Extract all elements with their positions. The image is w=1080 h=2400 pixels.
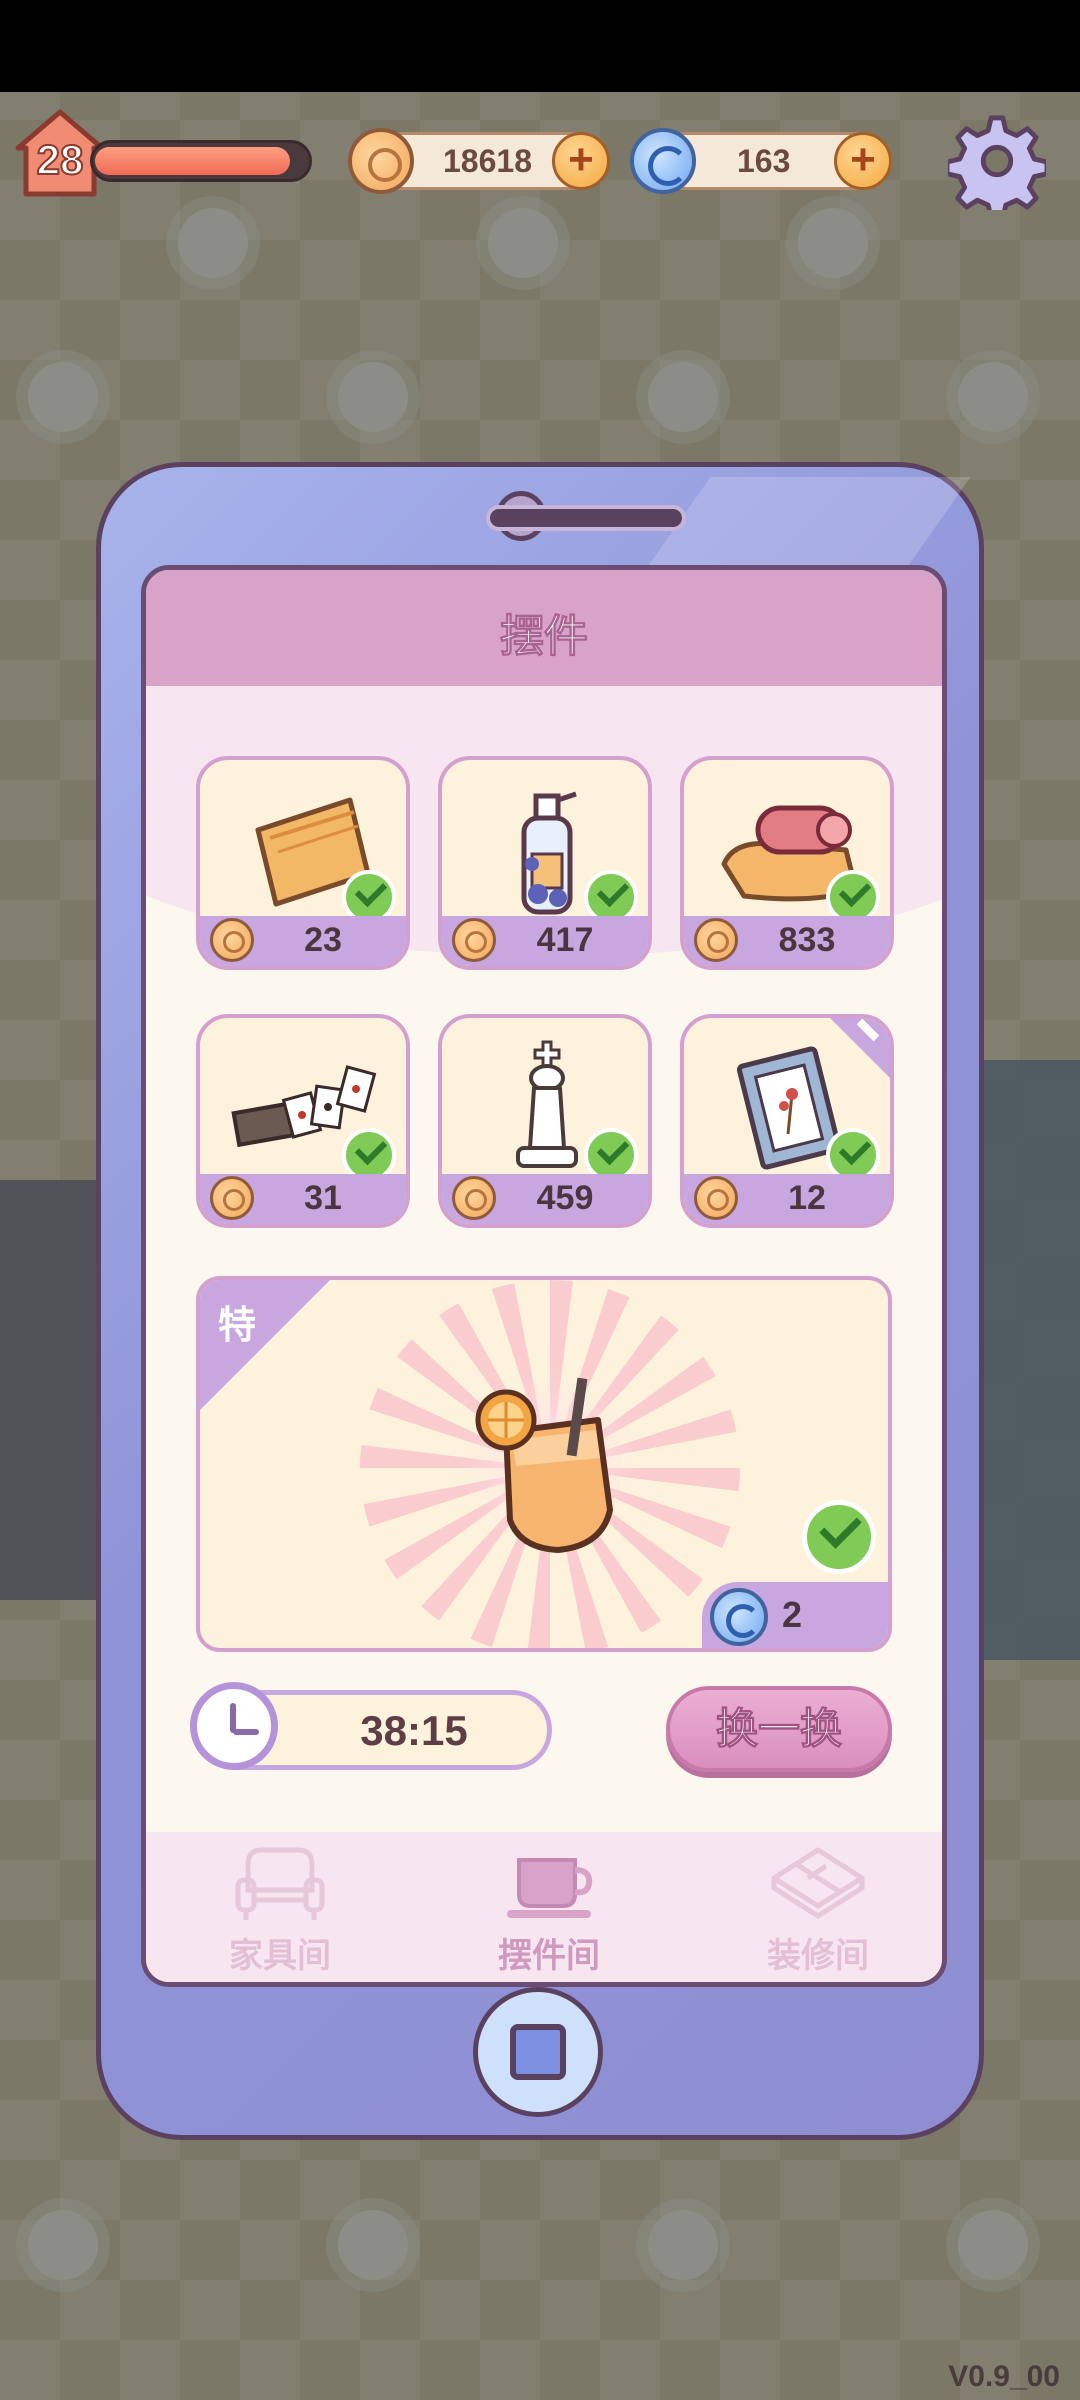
background-sun-icon: [958, 2210, 1028, 2280]
price-bar: 12: [684, 1174, 890, 1224]
background-sun-icon: [338, 2210, 408, 2280]
item-card-playing-cards[interactable]: 31: [196, 1014, 410, 1228]
xp-progress-bar: [90, 140, 312, 182]
item-card-pillow[interactable]: 23: [196, 756, 410, 970]
price-bar: 23: [200, 916, 406, 966]
clock-icon: [190, 1682, 278, 1770]
phone-frame: 摆件 23 417 833 31 459 12 特 2 38:15 换一换 家具…: [96, 462, 984, 2140]
item-card-lotion-bottle[interactable]: 417: [438, 756, 652, 970]
background-sun-icon: [798, 208, 868, 278]
screen-header: 摆件: [146, 570, 942, 686]
tab-ornament-room[interactable]: 摆件间: [415, 1832, 683, 1982]
armchair-icon: [235, 1847, 325, 1920]
phone-speaker: [486, 505, 686, 531]
item-price: 12: [788, 1179, 826, 1217]
coin-amount: 18618: [443, 143, 532, 179]
owned-check-icon: [802, 1500, 876, 1574]
coin-icon: [694, 1176, 738, 1220]
special-price-bar: 2: [702, 1582, 888, 1648]
special-offer-card[interactable]: 特 2: [196, 1276, 892, 1652]
background-sun-icon: [178, 208, 248, 278]
swap-button[interactable]: 换一换: [666, 1686, 892, 1772]
coin-icon: [452, 918, 496, 962]
screen-title: 摆件: [500, 611, 589, 663]
orange-juice-icon: [475, 1377, 613, 1553]
item-price: 31: [304, 1179, 342, 1217]
settings-gear-icon[interactable]: [948, 112, 1046, 210]
coin-icon: [452, 1176, 496, 1220]
background-sun-icon: [28, 2210, 98, 2280]
background-sun-icon: [648, 2210, 718, 2280]
price-bar: 833: [684, 916, 890, 966]
shop-screen: 摆件 23 417 833 31 459 12 特 2 38:15 换一换 家具…: [141, 565, 947, 1987]
coin-icon: [348, 128, 414, 194]
special-price: 2: [782, 1594, 803, 1635]
phone-shine: [647, 477, 971, 567]
status-bar: [0, 0, 1080, 92]
price-bar: 31: [200, 1174, 406, 1224]
tab-label: 家具间: [229, 1936, 331, 1976]
item-price: 417: [536, 921, 594, 959]
item-price: 833: [778, 921, 836, 959]
gem-icon: [630, 128, 696, 194]
item-price: 459: [536, 1179, 594, 1217]
background-sun-icon: [648, 362, 718, 432]
timer-value: 38:15: [360, 1707, 468, 1754]
tab-label: 装修间: [767, 1936, 869, 1976]
tab-furniture-room[interactable]: 家具间: [146, 1832, 414, 1982]
gem-amount: 163: [737, 143, 791, 179]
background-sun-icon: [28, 362, 98, 432]
tab-decoration-room[interactable]: 装修间: [684, 1832, 942, 1982]
background-sun-icon: [338, 362, 408, 432]
coin-icon: [210, 1176, 254, 1220]
add-gems-button[interactable]: +: [834, 132, 892, 190]
price-bar: 417: [442, 916, 648, 966]
background-sun-icon: [488, 208, 558, 278]
add-coins-button[interactable]: +: [552, 132, 610, 190]
background-sun-icon: [958, 362, 1028, 432]
coin-icon: [694, 918, 738, 962]
phone-home-button[interactable]: [473, 1987, 603, 2117]
item-card-picture-frame[interactable]: 12: [680, 1014, 894, 1228]
item-card-chess-king[interactable]: 459: [438, 1014, 652, 1228]
floor-tile-icon: [771, 1847, 865, 1919]
price-bar: 459: [442, 1174, 648, 1224]
gem-icon: [710, 1588, 768, 1646]
room-scene-right: [970, 1060, 1080, 1660]
version-label: V0.9_00: [948, 2360, 1060, 2393]
coffee-cup-icon: [507, 1858, 593, 1918]
tab-label: 摆件间: [498, 1936, 600, 1976]
category-tab-bar: 家具间 摆件间 装修间: [146, 1832, 942, 1982]
coin-icon: [210, 918, 254, 962]
special-label: 特: [218, 1303, 257, 1347]
xp-progress-fill: [95, 147, 290, 175]
item-card-rolled-towel[interactable]: 833: [680, 756, 894, 970]
item-price: 23: [304, 921, 342, 959]
